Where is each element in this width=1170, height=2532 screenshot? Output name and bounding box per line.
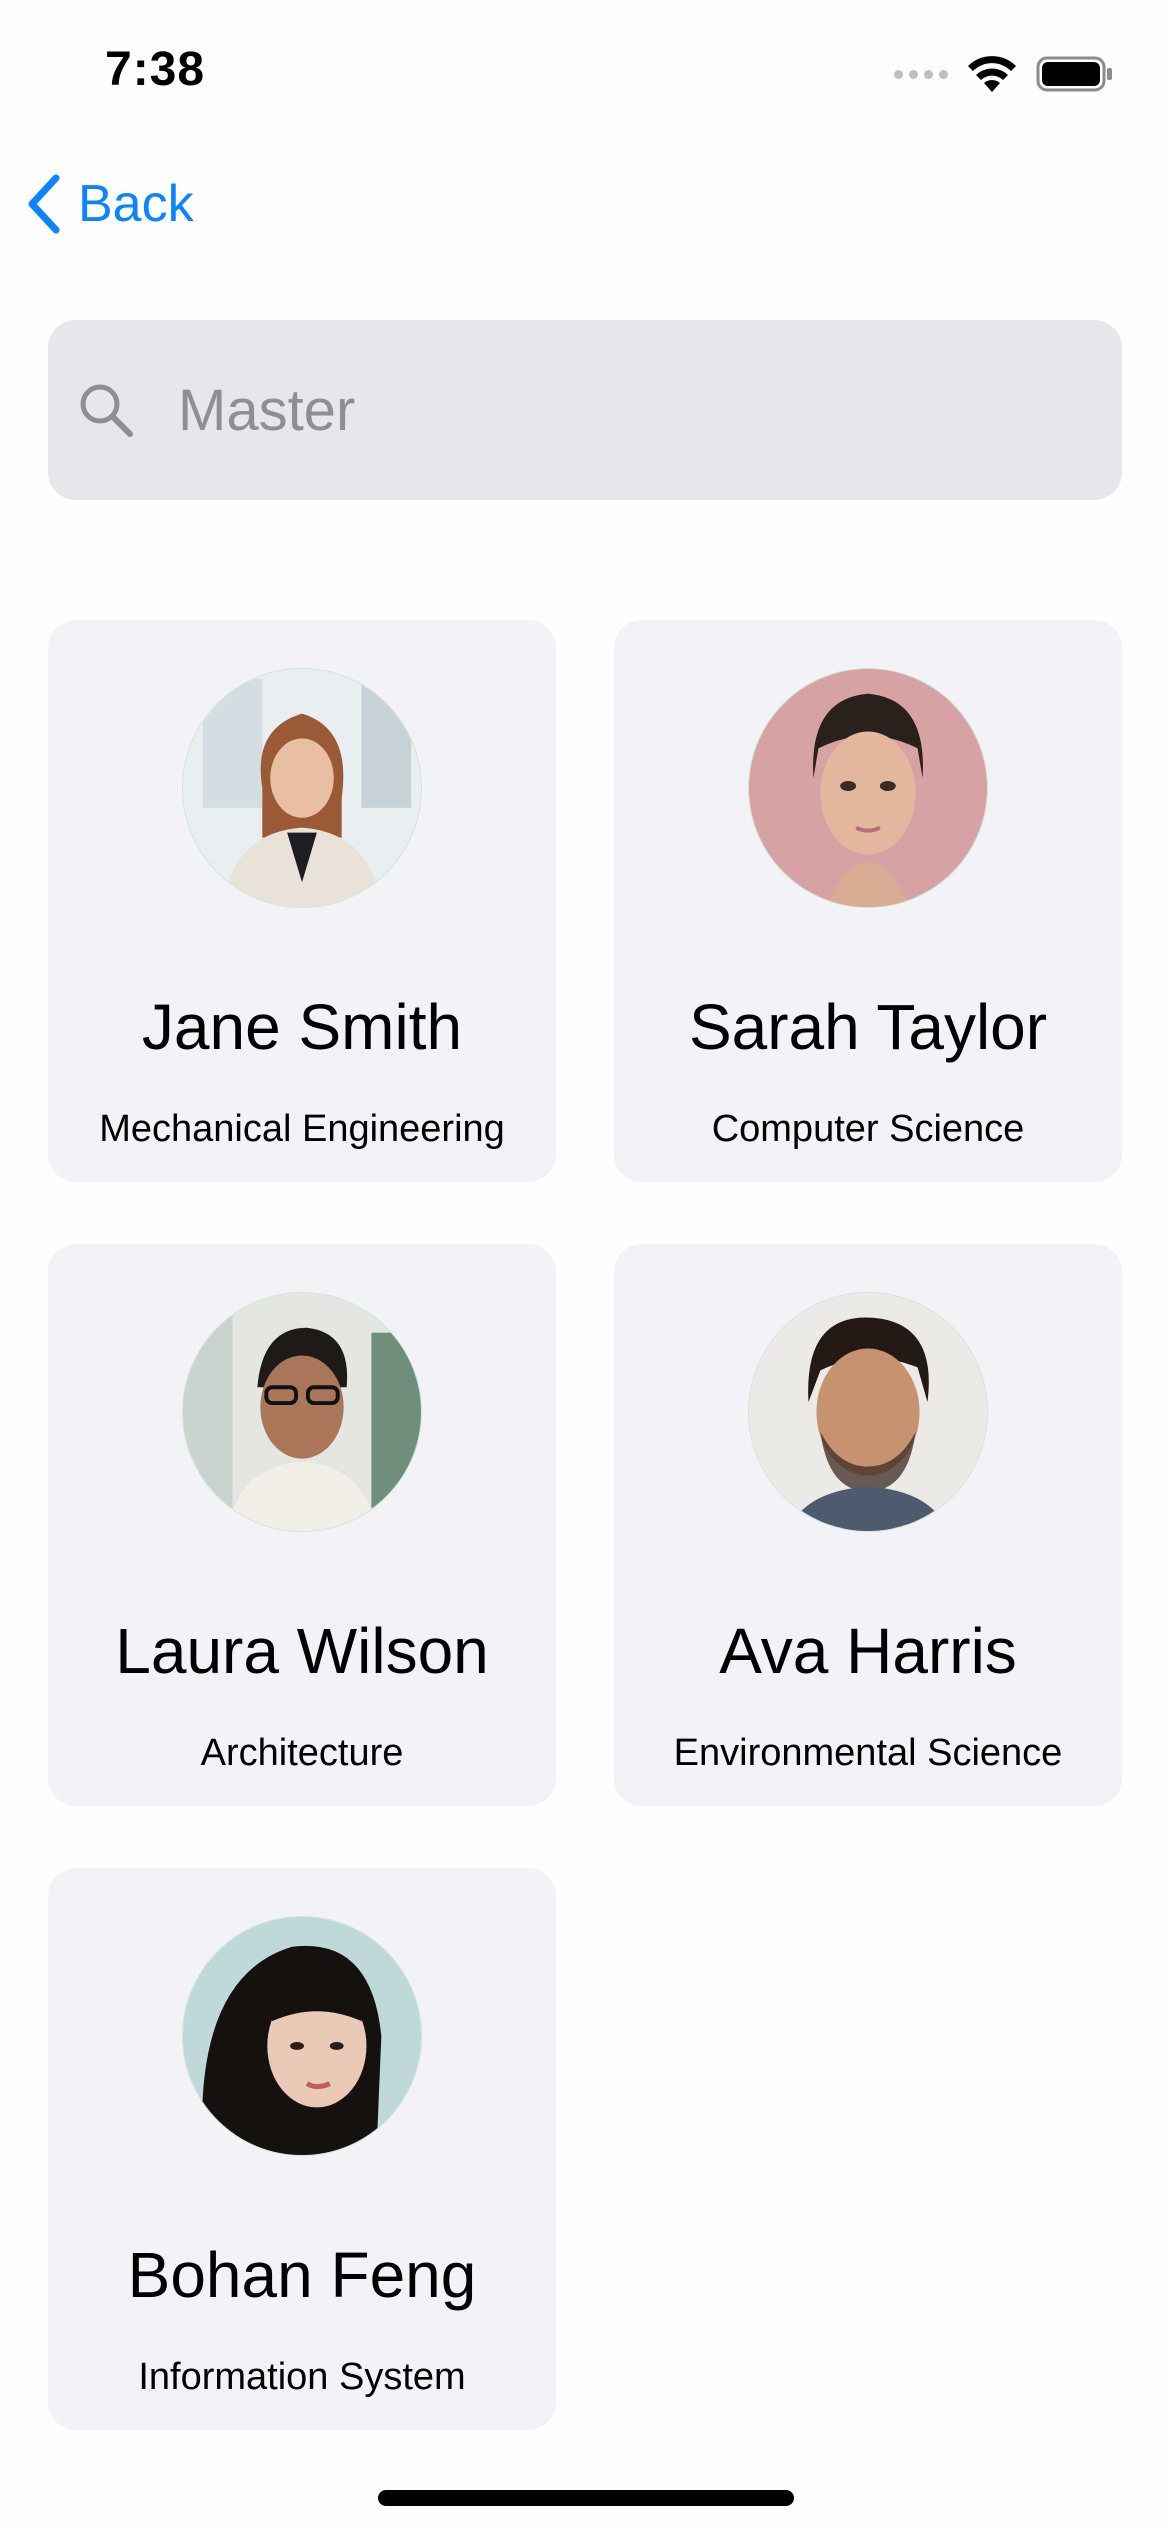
search-input[interactable] <box>178 360 1078 460</box>
person-card[interactable]: Sarah Taylor Computer Science <box>614 620 1122 1182</box>
person-name: Jane Smith <box>141 991 463 1063</box>
status-bar: 7:38 <box>0 0 1170 150</box>
person-department: Computer Science <box>711 1108 1025 1150</box>
portrait-photo <box>183 669 421 907</box>
screen: 7:38 Back Master Jane Smith Mechanical E… <box>0 0 1170 2532</box>
person-card[interactable]: Bohan Feng Information System <box>48 1868 556 2430</box>
avatar <box>182 668 422 908</box>
person-department: Mechanical Engineering <box>99 1108 505 1150</box>
chevron-left-icon <box>28 174 60 234</box>
wifi-icon <box>968 56 1016 92</box>
back-button[interactable]: Back <box>24 168 194 240</box>
battery-icon <box>1036 56 1112 92</box>
search-bar[interactable] <box>48 320 1122 500</box>
avatar <box>748 668 988 908</box>
portrait-photo <box>749 669 987 907</box>
cellular-signal-icon <box>894 69 948 79</box>
person-card[interactable]: Ava Harris Environmental Science <box>614 1244 1122 1806</box>
person-name: Laura Wilson <box>115 1615 489 1687</box>
portrait-photo <box>183 1917 421 2155</box>
person-name: Sarah Taylor <box>688 991 1048 1063</box>
search-icon <box>80 384 133 437</box>
avatar <box>748 1292 988 1532</box>
person-card[interactable]: Laura Wilson Architecture <box>48 1244 556 1806</box>
person-card[interactable]: Jane Smith Mechanical Engineering <box>48 620 556 1182</box>
person-name: Bohan Feng <box>127 2239 477 2311</box>
portrait-photo <box>183 1293 421 1531</box>
home-indicator[interactable] <box>378 2490 794 2506</box>
people-grid: Jane Smith Mechanical Engineering Sarah … <box>48 620 1122 2430</box>
back-button-label: Back <box>78 175 194 233</box>
person-department: Environmental Science <box>673 1732 1063 1774</box>
status-time: 7:38 <box>105 43 206 96</box>
avatar <box>182 1292 422 1532</box>
status-icons <box>894 52 1114 96</box>
person-name: Ava Harris <box>719 1615 1017 1687</box>
portrait-photo <box>749 1293 987 1531</box>
avatar <box>182 1916 422 2156</box>
person-department: Architecture <box>200 1732 404 1774</box>
person-department: Information System <box>138 2356 466 2398</box>
